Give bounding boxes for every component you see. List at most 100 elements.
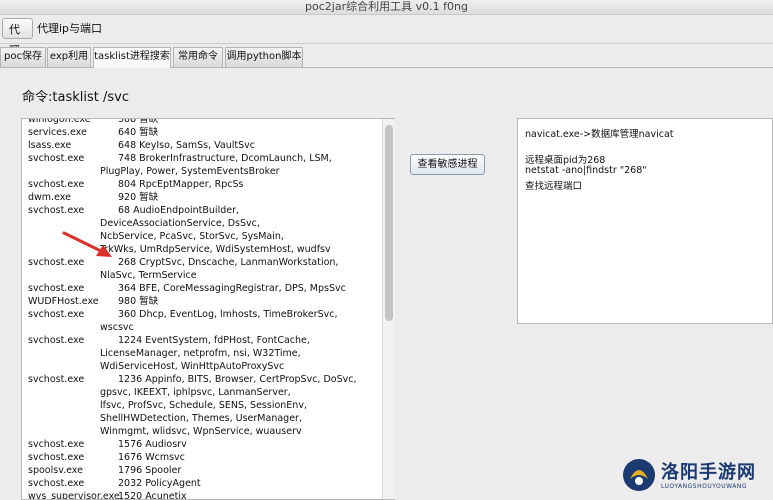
process-details: 268 CryptSvc, Dnscache, LanmanWorkstatio… <box>100 256 384 269</box>
process-row: lsass.exe 648 KeyIso, SamSs, VaultSvc <box>28 139 384 152</box>
process-services-continued: ShellHWDetection, Themes, UserManager, <box>100 413 302 424</box>
watermark-logo-icon <box>623 459 655 491</box>
tab-common-commands[interactable]: 常用命令 <box>173 47 223 67</box>
process-details: 748 BrokerInfrastructure, DcomLaunch, LS… <box>100 152 384 165</box>
process-details: 1520 Acunetix <box>100 490 384 500</box>
process-row: spoolsv.exe 1796 Spooler <box>28 464 384 477</box>
process-pid: 1236 <box>118 374 143 385</box>
process-name: WUDFHost.exe <box>28 296 99 307</box>
process-services-continued: PlugPlay, Power, SystemEventsBroker <box>100 166 280 177</box>
process-name: svchost.exe <box>28 283 85 294</box>
process-services-continued: WdiServiceHost, WinHttpAutoProxySvc <box>100 361 285 372</box>
process-services: CryptSvc, Dnscache, LanmanWorkstation, <box>136 257 339 268</box>
process-services: 暂缺 <box>136 127 159 138</box>
process-pid: 748 <box>118 153 137 164</box>
tasklist-scrollbar[interactable] <box>382 119 395 499</box>
process-name: svchost.exe <box>28 374 85 385</box>
process-name: svchost.exe <box>28 179 85 190</box>
process-name: svchost.exe <box>28 257 85 268</box>
process-details: 1796 Spooler <box>100 464 384 477</box>
process-pid: 68 <box>118 205 131 216</box>
process-row: svchost.exe 748 BrokerInfrastructure, Dco… <box>28 152 384 178</box>
note-line: navicat.exe->数据库管理navicat <box>525 129 674 140</box>
process-services: RpcEptMapper, RpcSs <box>136 179 244 190</box>
process-details: 1676 Wcmsvc <box>100 451 384 464</box>
process-details: 588 暂缺 <box>100 118 384 126</box>
process-details: 364 BFE, CoreMessagingRegistrar, DPS, Mp… <box>100 282 384 295</box>
process-row: WUDFHost.exe 980 暂缺 <box>28 295 384 308</box>
process-name: dwm.exe <box>28 192 71 203</box>
process-name: svchost.exe <box>28 153 85 164</box>
process-list: winlogon.exe 588 暂缺 services.exe 640 暂缺 lsas… <box>28 118 384 500</box>
process-pid: 920 <box>118 192 137 203</box>
process-services: 暂缺 <box>136 296 159 307</box>
process-name: svchost.exe <box>28 309 85 320</box>
process-services-continued: DeviceAssociationService, DsSvc, <box>100 218 260 229</box>
process-pid: 1676 <box>118 452 143 463</box>
process-name: spoolsv.exe <box>28 465 83 476</box>
process-services: 暂缺 <box>136 118 159 125</box>
tab-exp-exploit[interactable]: exp利用 <box>47 47 91 67</box>
process-row: svchost.exe 68 AudioEndpointBuilder, Devic… <box>28 204 384 256</box>
process-services-continued: NlaSvc, TermService <box>100 270 197 281</box>
process-row: svchost.exe 2032 PolicyAgent <box>28 477 384 490</box>
tab-tasklist-search[interactable]: tasklist进程搜索 <box>93 47 171 68</box>
process-details: 648 KeyIso, SamSs, VaultSvc <box>100 139 384 152</box>
tasklist-textarea[interactable]: winlogon.exe 588 暂缺 services.exe 640 暂缺 lsas… <box>21 118 395 500</box>
process-details: 2032 PolicyAgent <box>100 477 384 490</box>
process-name: lsass.exe <box>28 140 72 151</box>
process-services-continued: NcbService, PcaSvc, StorSvc, SysMain, <box>100 231 284 242</box>
process-details: 1576 Audiosrv <box>100 438 384 451</box>
process-pid: 364 <box>118 283 137 294</box>
process-pid: 640 <box>118 127 137 138</box>
process-name: svchost.exe <box>28 439 85 450</box>
process-services: PolicyAgent <box>142 478 201 489</box>
process-name: svchost.exe <box>28 205 85 216</box>
tab-poc-save[interactable]: poc保存 <box>0 47 46 67</box>
process-name: services.exe <box>28 127 87 138</box>
process-pid: 588 <box>118 118 137 125</box>
process-services: Spooler <box>142 465 182 476</box>
result-textarea[interactable]: navicat.exe->数据库管理navicat 远程桌面pid为268 ne… <box>517 118 773 324</box>
process-services: EventSystem, fdPHost, FontCache, <box>142 335 310 346</box>
process-services: BrokerInfrastructure, DcomLaunch, LSM, <box>136 153 332 164</box>
tab-python-script[interactable]: 调用python脚本 <box>225 47 303 67</box>
process-name: svchost.exe <box>28 452 85 463</box>
process-services-continued: lfsvc, ProfSvc, Schedule, SENS, SessionE… <box>100 400 307 411</box>
view-sensitive-process-button[interactable]: 查看敏感进程 <box>410 154 485 175</box>
process-services: BFE, CoreMessagingRegistrar, DPS, MpsSvc <box>136 283 346 294</box>
process-services-continued: Winmgmt, wlidsvc, WpnService, wuauserv <box>100 426 302 437</box>
process-row: services.exe 640 暂缺 <box>28 126 384 139</box>
process-details: 68 AudioEndpointBuilder, <box>100 204 384 217</box>
process-services: Wcmsvc <box>142 452 185 463</box>
process-details: 1224 EventSystem, fdPHost, FontCache, <box>100 334 384 347</box>
command-label: 命令:tasklist /svc <box>22 90 129 105</box>
process-services: Dhcp, EventLog, lmhosts, TimeBrokerSvc, <box>136 309 338 320</box>
process-row: svchost.exe 360 Dhcp, EventLog, lmhosts, … <box>28 308 384 334</box>
process-pid: 1520 <box>118 491 143 500</box>
process-row: wvs_supervisor.exe 1520 Acunetix <box>28 490 384 500</box>
process-services-continued: LicenseManager, netprofm, nsi, W32Time, <box>100 348 301 359</box>
process-row: winlogon.exe 588 暂缺 <box>28 118 384 126</box>
process-row: dwm.exe 920 暂缺 <box>28 191 384 204</box>
watermark-subtext: LUOYANGSHOUYOUWANG <box>661 483 748 490</box>
process-pid: 1224 <box>118 335 143 346</box>
process-pid: 2032 <box>118 478 143 489</box>
process-details: 804 RpcEptMapper, RpcSs <box>100 178 384 191</box>
process-details: 360 Dhcp, EventLog, lmhosts, TimeBrokerS… <box>100 308 384 321</box>
process-services: Acunetix <box>142 491 187 500</box>
process-pid: 360 <box>118 309 137 320</box>
process-services: Audiosrv <box>142 439 187 450</box>
scrollbar-thumb[interactable] <box>385 125 393 321</box>
process-pid: 648 <box>118 140 137 151</box>
process-services: KeyIso, SamSs, VaultSvc <box>136 140 255 151</box>
window-title: poc2jar综合利用工具 v0.1 f0ng <box>0 0 773 15</box>
tab-bar: poc保存 exp利用 tasklist进程搜索 常用命令 调用python脚本 <box>0 47 773 68</box>
process-row: svchost.exe 364 BFE, CoreMessagingRegistr… <box>28 282 384 295</box>
process-row: svchost.exe 1576 Audiosrv <box>28 438 384 451</box>
proxy-button[interactable]: 代理 <box>2 18 33 57</box>
proxy-label: 代理ip与端口 <box>37 22 103 35</box>
process-name: winlogon.exe <box>28 118 91 125</box>
note-line: 远程桌面pid为268 <box>525 155 606 166</box>
process-row: svchost.exe 1676 Wcmsvc <box>28 451 384 464</box>
